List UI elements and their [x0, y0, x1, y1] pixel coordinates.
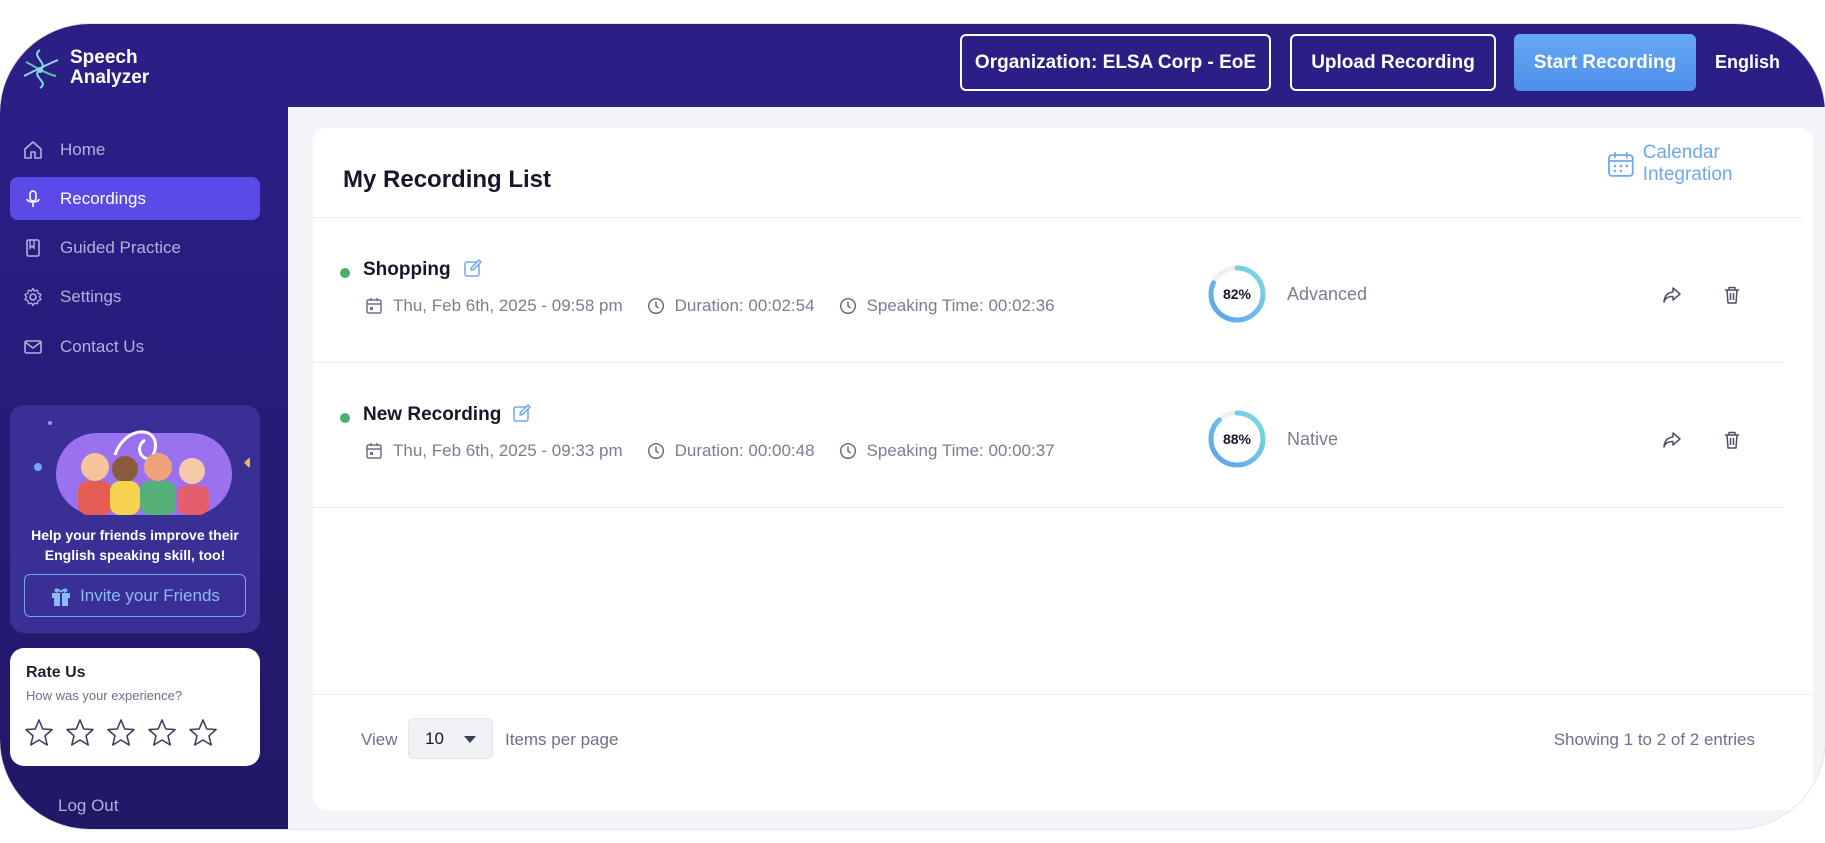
recording-duration: Duration: 00:02:54	[647, 296, 815, 316]
calendar-icon	[366, 443, 382, 459]
sidebar-item-contact-us[interactable]: Contact Us	[10, 325, 260, 368]
calendar-icon	[366, 298, 382, 314]
sidebar-item-label: Guided Practice	[60, 237, 181, 257]
score-ring: 82%	[1207, 264, 1267, 324]
share-icon[interactable]	[1661, 284, 1683, 306]
recording-duration: Duration: 00:00:48	[647, 441, 815, 461]
clock-icon	[647, 297, 664, 315]
app-window: Speech Analyzer Organization: ELSA Corp …	[0, 24, 1825, 829]
brand-line-1: Speech	[70, 47, 138, 68]
speech-analyzer-logo-icon	[23, 49, 59, 89]
recording-meta: Thu, Feb 6th, 2025 - 09:33 pm Duration: …	[365, 441, 1079, 461]
top-header: Speech Analyzer Organization: ELSA Corp …	[0, 24, 1825, 107]
invite-description: Help your friends improve their English …	[31, 527, 239, 563]
star-icon[interactable]	[65, 718, 95, 748]
friends-illustration-icon	[34, 421, 250, 515]
star-icon[interactable]	[147, 718, 177, 748]
upload-recording-button[interactable]: Upload Recording	[1290, 34, 1496, 91]
brand[interactable]: Speech Analyzer	[20, 46, 149, 90]
calendar-integration-link[interactable]: Calendar Integration	[1607, 142, 1813, 186]
sidebar-item-label: Home	[60, 139, 106, 159]
recording-date: Thu, Feb 6th, 2025 - 09:58 pm	[365, 296, 623, 316]
sidebar-item-label: Contact Us	[60, 336, 145, 356]
sidebar-item-recordings[interactable]: Recordings	[10, 177, 260, 220]
proficiency-level: Advanced	[1287, 284, 1368, 304]
row-divider	[313, 507, 1783, 508]
book-icon	[22, 237, 44, 259]
edit-icon[interactable]	[512, 403, 532, 423]
rate-us-card: Rate Us How was your experience?	[10, 648, 260, 766]
language-selector[interactable]: English	[1715, 52, 1780, 73]
score-percent: 82%	[1222, 286, 1252, 302]
score-ring: 88%	[1207, 409, 1267, 469]
gift-icon	[52, 588, 71, 606]
star-icon[interactable]	[188, 718, 218, 748]
status-dot	[340, 413, 350, 423]
microphone-icon	[22, 188, 44, 210]
gear-icon	[22, 286, 44, 308]
invite-friends-button[interactable]: Invite your Friends	[24, 574, 246, 617]
items-per-page-value: 10	[425, 728, 444, 748]
clock-icon	[647, 442, 664, 460]
items-per-page-select[interactable]: 10	[408, 718, 493, 759]
proficiency-level: Native	[1287, 429, 1339, 449]
organization-button[interactable]: Organization: ELSA Corp - EoE	[960, 34, 1271, 91]
recording-date: Thu, Feb 6th, 2025 - 09:33 pm	[365, 441, 623, 461]
items-per-page-label: Items per page	[505, 730, 619, 749]
sidebar-item-label: Settings	[60, 286, 122, 306]
trash-icon[interactable]	[1721, 284, 1743, 306]
share-icon[interactable]	[1661, 429, 1683, 451]
chevron-down-icon	[464, 736, 476, 743]
entries-summary: Showing 1 to 2 of 2 entries	[1553, 730, 1755, 749]
calendar-icon	[1608, 152, 1634, 177]
rate-us-title: Rate Us	[26, 664, 86, 681]
rate-us-subtitle: How was your experience?	[26, 688, 183, 703]
edit-icon[interactable]	[463, 258, 483, 278]
score-percent: 88%	[1222, 431, 1252, 447]
recording-name[interactable]: New Recording	[363, 404, 501, 426]
recording-list-panel: My Recording List Calendar Integration S…	[313, 128, 1813, 810]
logout-link[interactable]: Log Out	[58, 796, 119, 816]
home-icon	[22, 139, 44, 161]
clock-icon	[839, 297, 856, 315]
start-recording-button[interactable]: Start Recording	[1514, 34, 1696, 91]
invite-friends-label: Invite your Friends	[80, 585, 220, 605]
status-dot	[340, 268, 350, 278]
recording-meta: Thu, Feb 6th, 2025 - 09:58 pm Duration: …	[365, 296, 1079, 316]
sidebar-item-settings[interactable]: Settings	[10, 275, 260, 318]
star-rating[interactable]	[24, 718, 218, 748]
star-icon[interactable]	[24, 718, 54, 748]
sidebar-item-label: Recordings	[60, 188, 146, 208]
list-item[interactable]: Shopping Thu, Feb 6th, 2025 - 09:58 pm D…	[313, 217, 1783, 362]
recording-name[interactable]: Shopping	[363, 259, 451, 281]
star-icon[interactable]	[106, 718, 136, 748]
recording-speaking-time: Speaking Time: 00:02:36	[839, 296, 1055, 316]
trash-icon[interactable]	[1721, 429, 1743, 451]
calendar-integration-label: Calendar Integration	[1642, 142, 1733, 185]
sidebar: Home Recordings Guided Practice Settings…	[0, 107, 288, 829]
sidebar-item-home[interactable]: Home	[10, 128, 260, 171]
page-title: My Recording List	[343, 166, 552, 193]
mail-icon	[22, 336, 44, 358]
clock-icon	[839, 442, 856, 460]
recording-speaking-time: Speaking Time: 00:00:37	[839, 441, 1055, 461]
view-label: View	[361, 730, 398, 749]
footer-divider	[313, 694, 1813, 695]
sidebar-item-guided-practice[interactable]: Guided Practice	[10, 226, 260, 269]
list-item[interactable]: New Recording Thu, Feb 6th, 2025 - 09:33…	[313, 362, 1783, 507]
invite-card: Help your friends improve their English …	[10, 405, 260, 633]
brand-line-2: Analyzer	[70, 67, 150, 88]
